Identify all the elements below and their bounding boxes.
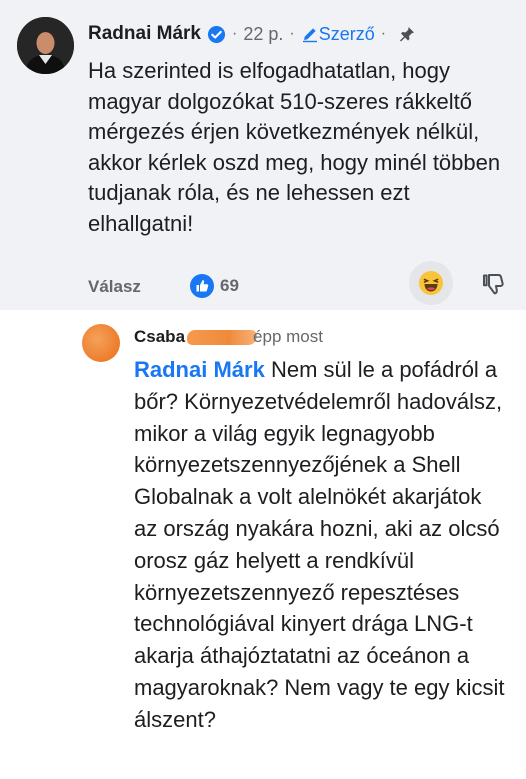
reply-body: Radnai Márk Nem sül le a pofádról a bőr?… [134,354,509,736]
reply-header: Csaba épp most [134,326,323,348]
separator-dot: · [231,25,238,42]
redaction-mark [187,329,258,345]
reply-author-name[interactable]: Csaba [134,327,185,347]
author-avatar-image [17,17,74,74]
like-count: 69 [220,276,239,295]
parent-comment: Radnai Márk · 22 p. · Szerző · Ha szerin… [0,0,526,310]
separator-dot: · [380,25,387,42]
verified-badge-icon [207,25,226,44]
author-avatar[interactable] [17,17,74,74]
reply-body-text: Nem sül le a pofádról a bőr? Környezetvé… [134,357,505,732]
pencil-icon [302,28,317,43]
author-name[interactable]: Radnai Márk [88,23,201,45]
reply-button[interactable]: Válasz [88,277,141,297]
separator-dot: · [289,25,295,42]
haha-emoji-icon [419,271,443,295]
author-badge: Szerző [301,24,375,45]
like-reaction-icon [190,274,214,298]
reply-avatar[interactable] [82,324,120,362]
comment-actions: Válasz 69 [88,261,518,305]
comment-body: Ha szerinted is elfogadhatatlan, hogy ma… [88,58,501,236]
mention-link[interactable]: Radnai Márk [134,357,265,382]
author-badge-label: Szerző [318,23,375,44]
reaction-summary[interactable]: 69 [190,274,239,298]
comment-time[interactable]: 22 p. [243,24,283,45]
reply-time: épp most [253,327,323,346]
pin-icon [398,25,416,43]
react-button[interactable] [409,261,453,305]
dislike-icon[interactable] [480,271,506,302]
comment-header: Radnai Márk · 22 p. · Szerző · [88,20,416,48]
